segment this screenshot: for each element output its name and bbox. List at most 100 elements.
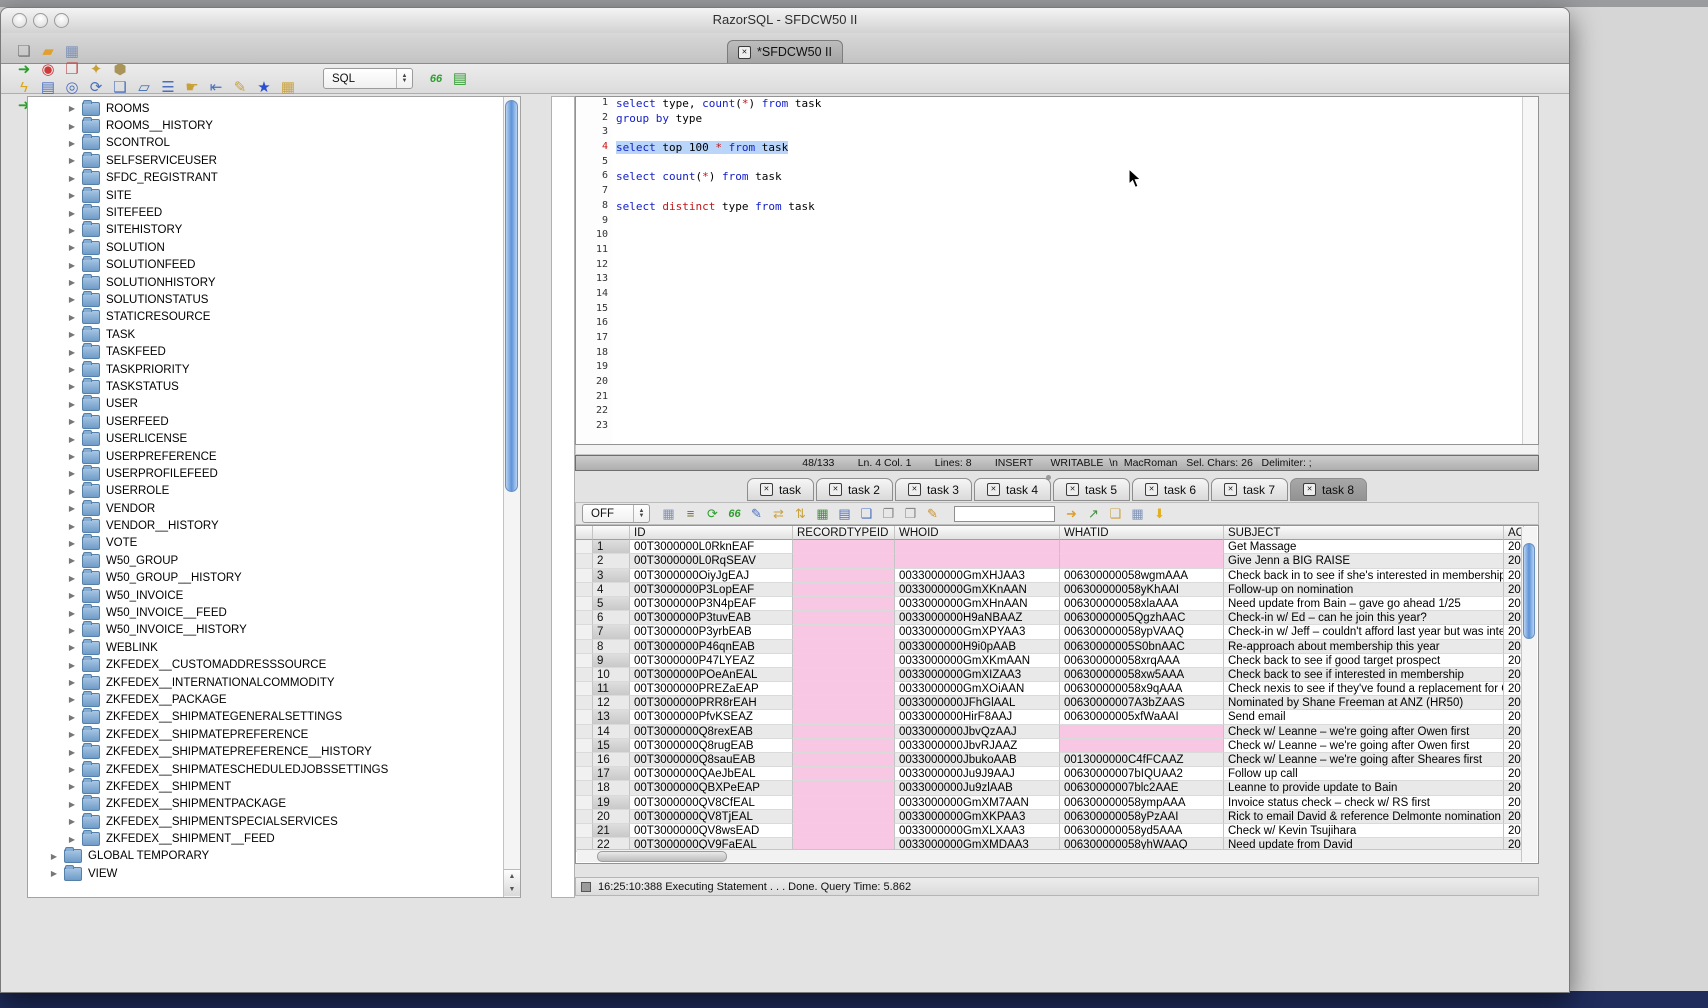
grid-view-icon[interactable]: ▤ (836, 505, 853, 522)
copy-cells-icon[interactable]: ❐ (880, 505, 897, 522)
cell-whoid[interactable]: 0033000000GmXM7AAN (895, 796, 1060, 810)
disclosure-triangle-icon[interactable]: ▶ (66, 365, 78, 374)
disclosure-triangle-icon[interactable]: ▶ (66, 574, 78, 583)
cell-whoid[interactable]: 0033000000JbukoAAB (895, 753, 1060, 767)
cell-whatid[interactable]: 0013000000C4fFCAAZ (1060, 753, 1224, 767)
cell-whatid[interactable]: 00630000005QgzhAAC (1060, 611, 1224, 625)
tree-item-view[interactable]: ▶VIEW (28, 865, 503, 882)
result-tab-task-3[interactable]: ✕task 3 (895, 478, 972, 501)
cell-id[interactable]: 00T3000000P3LopEAF (630, 583, 793, 597)
cell-whatid[interactable]: 00630000007A3bZAAS (1060, 696, 1224, 710)
cell-whatid[interactable] (1060, 554, 1224, 568)
edit-notes-icon[interactable]: ❏ (1107, 505, 1124, 522)
disclosure-triangle-icon[interactable]: ▶ (66, 174, 78, 183)
create-table-icon[interactable]: ✦ (87, 61, 105, 79)
editor-scrollbar[interactable] (1522, 97, 1538, 444)
column-header-blank[interactable] (593, 526, 630, 540)
cell-recordtypeid[interactable] (793, 781, 895, 795)
disclosure-triangle-icon[interactable]: ▶ (66, 313, 78, 322)
table-row[interactable]: 1100T3000000PREZaEAP0033000000GmXOiAAN00… (576, 682, 1538, 696)
tree-item-solutionstatus[interactable]: ▶SOLUTIONSTATUS (28, 291, 503, 308)
cell-whoid[interactable]: 0033000000Ju9J9AAJ (895, 767, 1060, 781)
code-line[interactable]: select top 100 * from task (616, 141, 1522, 156)
cell-id[interactable]: 00T3000000QV8TjEAL (630, 810, 793, 824)
close-tab-icon[interactable]: ✕ (1224, 483, 1237, 496)
result-tab-task-5[interactable]: ✕task 5 (1053, 478, 1130, 501)
disclosure-triangle-icon[interactable]: ▶ (66, 104, 78, 113)
cell-recordtypeid[interactable] (793, 625, 895, 639)
tree-item-w50_invoice__history[interactable]: ▶W50_INVOICE__HISTORY (28, 622, 503, 639)
code-line[interactable] (616, 185, 1522, 200)
code-line[interactable] (616, 288, 1522, 303)
table-row[interactable]: 2100T3000000QV8wsEAD0033000000GmXLXAA300… (576, 824, 1538, 838)
tree-item-userpreference[interactable]: ▶USERPREFERENCE (28, 448, 503, 465)
title-bar[interactable]: RazorSQL - SFDCW50 II (1, 8, 1569, 34)
cell-subject[interactable]: Give Jenn a BIG RAISE (1224, 554, 1504, 568)
tree-item-vote[interactable]: ▶VOTE (28, 535, 503, 552)
table-row[interactable]: 1800T3000000QBXPeEAP0033000000Ju9zlAAB00… (576, 781, 1538, 795)
cell-recordtypeid[interactable] (793, 710, 895, 724)
disclosure-triangle-icon[interactable]: ▶ (66, 835, 78, 844)
cell-recordtypeid[interactable] (793, 569, 895, 583)
close-tab-icon[interactable]: ✕ (1066, 483, 1079, 496)
list-icon[interactable]: ☰ (159, 79, 177, 97)
disclosure-triangle-icon[interactable]: ▶ (66, 122, 78, 131)
cell-whoid[interactable] (895, 554, 1060, 568)
cell-subject[interactable]: Re-approach about membership this year (1224, 640, 1504, 654)
cell-subject[interactable]: Check w/ Leanne – we're going after Owen… (1224, 725, 1504, 739)
tree-item-zkfedex__internationalcommodity[interactable]: ▶ZKFEDEX__INTERNATIONALCOMMODITY (28, 674, 503, 691)
column-header-whatid[interactable]: WHATID (1060, 526, 1224, 540)
cell-id[interactable]: 00T3000000PRR8rEAH (630, 696, 793, 710)
scroll-down-icon[interactable]: ▼ (509, 886, 516, 893)
cell-whatid[interactable] (1060, 739, 1224, 753)
code-line[interactable] (616, 420, 1522, 435)
editor-hscrollbar[interactable] (575, 445, 1539, 455)
document-info-icon[interactable]: ❑ (111, 79, 129, 97)
cell-subject[interactable]: Follow up call (1224, 767, 1504, 781)
table-row[interactable]: 1300T3000000PfvKSEAZ0033000000HirF8AAJ00… (576, 710, 1538, 724)
code-line[interactable] (616, 347, 1522, 362)
cell-id[interactable]: 00T3000000QV8CfEAL (630, 796, 793, 810)
disclosure-triangle-icon[interactable]: ▶ (66, 226, 78, 235)
result-tab-task-2[interactable]: ✕task 2 (816, 478, 893, 501)
tree-item-w50_invoice__feed[interactable]: ▶W50_INVOICE__FEED (28, 604, 503, 621)
tree-item-rooms[interactable]: ▶ROOMS (28, 100, 503, 117)
cell-recordtypeid[interactable] (793, 767, 895, 781)
table-row[interactable]: 1700T3000000QAeJbEAL0033000000Ju9J9AAJ00… (576, 767, 1538, 781)
table-row[interactable]: 1500T3000000Q8rugEAB0033000000JbvRJAAZCh… (576, 739, 1538, 753)
cell-subject[interactable]: Check back to see if interested in membe… (1224, 668, 1504, 682)
table-vscrollbar[interactable] (1521, 527, 1537, 862)
copy-with-headers-icon[interactable]: ❒ (902, 505, 919, 522)
disclosure-triangle-icon[interactable]: ▶ (66, 139, 78, 148)
result-tab-task[interactable]: ✕task (747, 478, 814, 501)
cell-id[interactable]: 00T3000000P46qnEAB (630, 640, 793, 654)
cell-whatid[interactable]: 00630000005S0bnAAC (1060, 640, 1224, 654)
cell-id[interactable]: 00T3000000L0RqSEAV (630, 554, 793, 568)
disclosure-triangle-icon[interactable]: ▶ (66, 695, 78, 704)
cell-whoid[interactable]: 0033000000JbvRJAAZ (895, 739, 1060, 753)
cell-recordtypeid[interactable] (793, 725, 895, 739)
cell-id[interactable]: 00T3000000P3N4pEAF (630, 597, 793, 611)
code-area[interactable]: select type, count(*) from taskgroup by … (616, 97, 1522, 444)
cell-whatid[interactable]: 006300000058ympAAA (1060, 796, 1224, 810)
disclosure-triangle-icon[interactable]: ▶ (66, 243, 78, 252)
tree-scrollbar-arrows[interactable]: ▲▼ (504, 869, 520, 896)
results-search-input[interactable] (954, 506, 1055, 522)
disclosure-triangle-icon[interactable]: ▶ (48, 869, 60, 878)
column-header-recordtypeid[interactable]: RECORDTYPEID (793, 526, 895, 540)
tree-item-solutionhistory[interactable]: ▶SOLUTIONHISTORY (28, 274, 503, 291)
disclosure-triangle-icon[interactable]: ▶ (66, 643, 78, 652)
disclosure-triangle-icon[interactable]: ▶ (66, 452, 78, 461)
tree-item-w50_invoice[interactable]: ▶W50_INVOICE (28, 587, 503, 604)
cell-recordtypeid[interactable] (793, 753, 895, 767)
table-row[interactable]: 100T3000000L0RknEAFGet Massage200 (576, 540, 1538, 554)
disclosure-triangle-icon[interactable]: ▶ (66, 678, 78, 687)
cell-id[interactable]: 00T3000000Q8sauEAB (630, 753, 793, 767)
table-row[interactable]: 2000T3000000QV8TjEAL0033000000GmXKPAA300… (576, 810, 1538, 824)
tree-item-scontrol[interactable]: ▶SCONTROL (28, 135, 503, 152)
cell-subject[interactable]: Leanne to provide update to Bain (1224, 781, 1504, 795)
table-row[interactable]: 1900T3000000QV8CfEAL0033000000GmXM7AAN00… (576, 796, 1538, 810)
code-line[interactable] (616, 126, 1522, 141)
export-table-icon[interactable]: ↗ (1085, 505, 1102, 522)
close-tab-icon[interactable]: ✕ (1303, 483, 1316, 496)
